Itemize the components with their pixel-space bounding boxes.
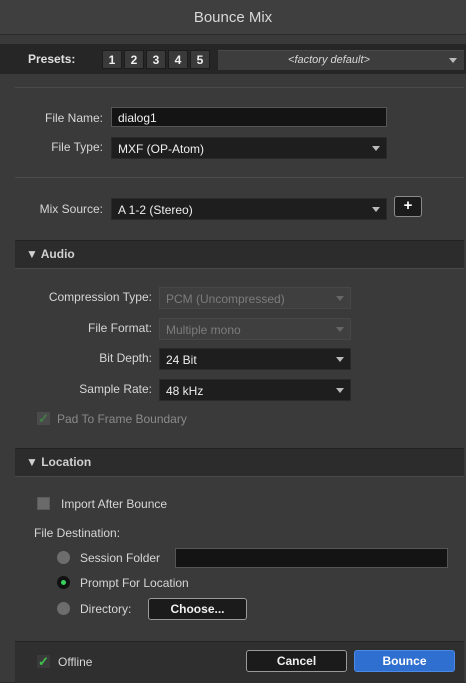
- title-bar[interactable]: Bounce Mix: [0, 0, 466, 35]
- compression-type-select[interactable]: PCM (Uncompressed): [159, 287, 351, 309]
- preset-menu-value: <factory default>: [288, 54, 370, 66]
- bit-depth-value: 24 Bit: [166, 353, 197, 367]
- preset-4-button[interactable]: 4: [168, 50, 188, 69]
- file-format-label: File Format:: [87, 321, 152, 335]
- sample-rate-value: 48 kHz: [166, 384, 204, 398]
- location-section-title: ▼ Location: [26, 455, 92, 469]
- bounce-button[interactable]: Bounce: [354, 650, 455, 672]
- file-name-label: File Name:: [44, 111, 103, 125]
- preset-1-button[interactable]: 1: [102, 50, 122, 69]
- chevron-down-icon: [372, 146, 380, 151]
- session-folder-radio[interactable]: [57, 551, 70, 564]
- directory-label: Directory:: [80, 602, 132, 616]
- session-folder-label: Session Folder: [80, 551, 161, 565]
- chevron-down-icon: [372, 207, 380, 212]
- prompt-for-location-label: Prompt For Location: [80, 576, 189, 590]
- cancel-button[interactable]: Cancel: [246, 650, 347, 672]
- sample-rate-label: Sample Rate:: [79, 382, 152, 396]
- file-name-field[interactable]: dialog1: [111, 107, 387, 127]
- compression-type-label: Compression Type:: [48, 290, 152, 304]
- chevron-down-icon: [336, 327, 344, 332]
- mix-source-select[interactable]: A 1-2 (Stereo): [111, 198, 387, 220]
- prompt-for-location-radio[interactable]: [57, 576, 70, 589]
- mix-source-label: Mix Source:: [39, 202, 103, 216]
- checkmark-icon: ✓: [38, 654, 49, 669]
- preset-2-button[interactable]: 2: [124, 50, 144, 69]
- sample-rate-select[interactable]: 48 kHz: [159, 379, 351, 401]
- add-mix-source-button[interactable]: +: [394, 196, 422, 217]
- audio-section-header[interactable]: ▼ Audio: [15, 240, 464, 269]
- file-format-value: Multiple mono: [166, 323, 241, 337]
- presets-label: Presets:: [28, 52, 76, 66]
- file-panel: [15, 87, 464, 177]
- chevron-down-icon: [336, 296, 344, 301]
- checkmark-icon: ✓: [38, 411, 49, 426]
- import-after-bounce-label: Import After Bounce: [61, 497, 168, 511]
- compression-type-value: PCM (Uncompressed): [166, 292, 285, 306]
- import-after-bounce-checkbox[interactable]: [37, 497, 50, 510]
- bit-depth-select[interactable]: 24 Bit: [159, 348, 351, 370]
- pad-to-frame-checkbox[interactable]: ✓: [37, 412, 50, 425]
- file-type-value: MXF (OP-Atom): [118, 142, 204, 156]
- preset-menu[interactable]: <factory default>: [218, 50, 464, 70]
- directory-radio[interactable]: [57, 602, 70, 615]
- chevron-down-icon: [336, 388, 344, 393]
- file-type-select[interactable]: MXF (OP-Atom): [111, 137, 387, 159]
- bit-depth-label: Bit Depth:: [99, 351, 152, 365]
- file-type-label: File Type:: [51, 140, 103, 154]
- preset-3-button[interactable]: 3: [146, 50, 166, 69]
- presets-bar: Presets: 1 2 3 4 5 <factory default>: [0, 44, 466, 74]
- preset-5-button[interactable]: 5: [190, 50, 210, 69]
- chevron-down-icon: [336, 357, 344, 362]
- audio-section-title: ▼ Audio: [26, 247, 75, 261]
- pad-to-frame-label: Pad To Frame Boundary: [57, 412, 187, 426]
- session-folder-field[interactable]: [175, 548, 448, 568]
- file-destination-label: File Destination:: [34, 526, 121, 540]
- chevron-down-icon: [449, 58, 457, 63]
- offline-label: Offline: [58, 655, 93, 669]
- bounce-mix-dialog: Bounce Mix Presets: 1 2 3 4 5 <factory d…: [0, 0, 466, 683]
- location-section-header[interactable]: ▼ Location: [15, 448, 464, 477]
- offline-checkbox[interactable]: ✓: [37, 655, 50, 668]
- file-format-select[interactable]: Multiple mono: [159, 318, 351, 340]
- mix-source-value: A 1-2 (Stereo): [118, 203, 193, 217]
- window-title: Bounce Mix: [193, 8, 273, 26]
- choose-directory-button[interactable]: Choose...: [148, 598, 247, 620]
